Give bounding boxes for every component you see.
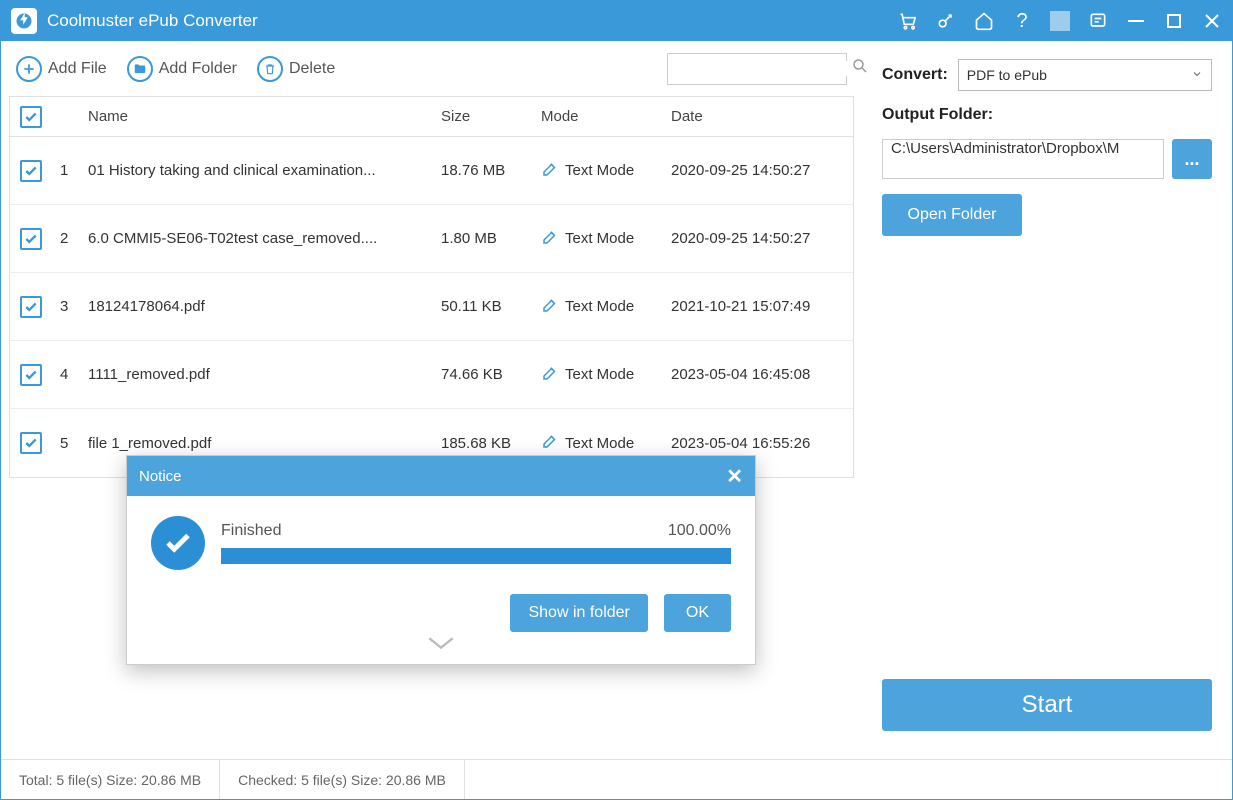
col-name[interactable]: Name [80,108,433,125]
add-file-button[interactable]: Add File [16,56,107,82]
edit-mode-icon[interactable] [541,432,559,454]
add-file-label: Add File [48,60,107,78]
row-index: 2 [52,230,80,247]
row-index: 4 [52,366,80,383]
start-button[interactable]: Start [882,679,1212,731]
col-mode[interactable]: Mode [533,108,663,125]
file-table: Name Size Mode Date 1 01 History taking … [9,96,854,478]
row-size: 185.68 KB [433,435,533,452]
row-size: 74.66 KB [433,366,533,383]
select-all-checkbox[interactable] [20,106,42,128]
table-row[interactable]: 2 6.0 CMMI5-SE06-T02test case_removed...… [10,205,853,273]
row-checkbox[interactable] [20,228,42,250]
table-header: Name Size Mode Date [10,97,853,137]
edit-mode-icon[interactable] [541,296,559,318]
output-path-field[interactable]: C:\Users\Administrator\Dropbox\M [882,139,1164,179]
table-row[interactable]: 3 18124178064.pdf 50.11 KB Text Mode 202… [10,273,853,341]
status-checked: Checked: 5 file(s) Size: 20.86 MB [220,760,465,799]
row-mode: Text Mode [565,298,634,315]
add-file-icon [16,56,42,82]
add-folder-button[interactable]: Add Folder [127,56,237,82]
cart-icon[interactable] [898,11,918,31]
edit-mode-icon[interactable] [541,364,559,386]
col-date[interactable]: Date [663,108,853,125]
row-checkbox[interactable] [20,160,42,182]
app-title: Coolmuster ePub Converter [47,11,898,31]
maximize-button[interactable] [1164,11,1184,31]
dialog-close-icon[interactable]: ✕ [726,464,743,489]
row-mode: Text Mode [565,366,634,383]
table-row[interactable]: 4 1111_removed.pdf 74.66 KB Text Mode 20… [10,341,853,409]
row-name: 6.0 CMMI5-SE06-T02test case_removed.... [80,230,433,247]
browse-button[interactable]: ... [1172,139,1212,179]
show-in-folder-button[interactable]: Show in folder [510,594,647,632]
row-date: 2023-05-04 16:45:08 [663,366,853,383]
progress-status: Finished [221,522,281,540]
row-index: 3 [52,298,80,315]
toolbar: Add File Add Folder Delete [1,41,862,96]
separator [1050,11,1070,31]
delete-button[interactable]: Delete [257,56,335,82]
convert-value: PDF to ePub [967,67,1047,83]
col-size[interactable]: Size [433,108,533,125]
add-folder-icon [127,56,153,82]
row-name: 18124178064.pdf [80,298,433,315]
search-input[interactable] [674,61,851,76]
titlebar: Coolmuster ePub Converter ? [1,1,1232,41]
delete-label: Delete [289,60,335,78]
row-size: 18.76 MB [433,162,533,179]
row-size: 1.80 MB [433,230,533,247]
output-folder-label: Output Folder: [882,106,1212,124]
progress-fill [221,548,731,564]
progress-bar [221,548,731,564]
row-date: 2021-10-21 15:07:49 [663,298,853,315]
row-date: 2023-05-04 16:55:26 [663,435,853,452]
feedback-icon[interactable] [1088,11,1108,31]
close-button[interactable] [1202,11,1222,31]
row-checkbox[interactable] [20,296,42,318]
search-box[interactable] [667,53,847,85]
progress-percent: 100.00% [668,522,731,540]
home-icon[interactable] [974,11,994,31]
row-name: file 1_removed.pdf [80,435,433,452]
success-icon [151,516,205,570]
row-mode: Text Mode [565,162,634,179]
row-date: 2020-09-25 14:50:27 [663,162,853,179]
edit-mode-icon[interactable] [541,160,559,182]
row-size: 50.11 KB [433,298,533,315]
expand-chevron-icon[interactable] [151,636,731,650]
app-icon [11,8,37,34]
edit-mode-icon[interactable] [541,228,559,250]
row-index: 5 [52,435,80,452]
convert-select[interactable]: PDF to ePub [958,59,1212,91]
row-date: 2020-09-25 14:50:27 [663,230,853,247]
row-mode: Text Mode [565,230,634,247]
open-folder-button[interactable]: Open Folder [882,194,1022,236]
notice-dialog: Notice ✕ Finished 100.00% S [126,455,756,665]
chevron-down-icon [1191,67,1203,83]
row-checkbox[interactable] [20,432,42,454]
side-panel: Convert: PDF to ePub Output Folder: C:\U… [862,41,1232,759]
add-folder-label: Add Folder [159,60,237,78]
row-name: 1111_removed.pdf [80,366,433,383]
table-row[interactable]: 1 01 History taking and clinical examina… [10,137,853,205]
row-name: 01 History taking and clinical examinati… [80,162,433,179]
key-icon[interactable] [936,11,956,31]
convert-label: Convert: [882,66,948,84]
minimize-button[interactable] [1126,11,1146,31]
row-index: 1 [52,162,80,179]
status-total: Total: 5 file(s) Size: 20.86 MB [1,760,220,799]
help-icon[interactable]: ? [1012,11,1032,31]
row-checkbox[interactable] [20,364,42,386]
dialog-title: Notice [139,468,182,485]
row-mode: Text Mode [565,435,634,452]
status-bar: Total: 5 file(s) Size: 20.86 MB Checked:… [1,759,1232,799]
delete-icon [257,56,283,82]
ok-button[interactable]: OK [664,594,731,632]
